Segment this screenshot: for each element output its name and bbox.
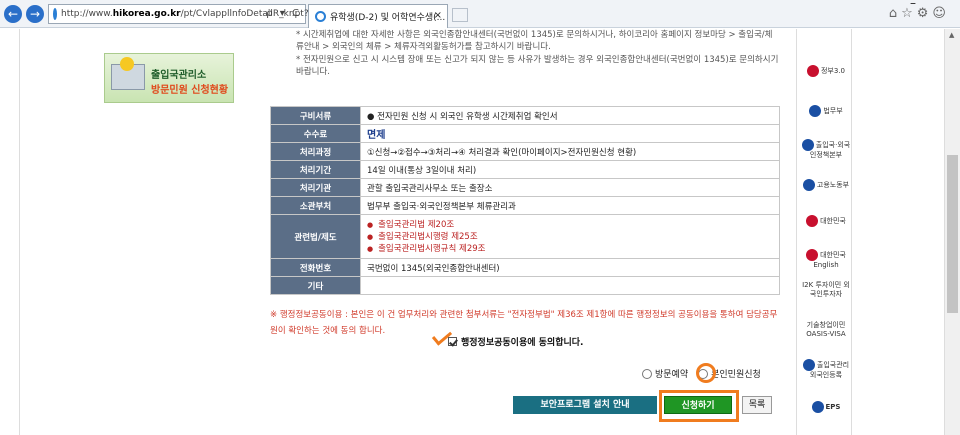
row-label: 관련법/제도 xyxy=(270,214,361,259)
scroll-up-icon[interactable]: ▲ xyxy=(949,31,954,39)
sidebar-link-korea[interactable]: 대한민국 xyxy=(801,215,851,227)
registration-logo-icon xyxy=(802,359,815,371)
table-row: 수수료 면제 xyxy=(270,124,780,143)
consent-label: 행정정보공동이용에 동의합니다. xyxy=(461,338,584,348)
law-list: 출입국관리법 제20조 출입국관리법시행령 제25조 출입국관리법시행규칙 제2… xyxy=(367,217,779,257)
law-link[interactable]: 출입국관리법 제20조 xyxy=(367,219,779,231)
browser-tab[interactable]: 유학생(D-2) 및 어학연수생(... × xyxy=(308,4,448,28)
address-controls[interactable]: ρ ▾ C xyxy=(266,8,301,19)
row-label: 처리기간 xyxy=(270,160,361,179)
security-program-button[interactable]: 보안프로그램 설치 안내 xyxy=(513,396,657,414)
korea-en-logo-icon xyxy=(806,249,819,261)
sidebar-link-moj[interactable]: 법무부 xyxy=(801,105,851,117)
ie-icon xyxy=(315,11,326,22)
banner-line-1: 출입국관리소 xyxy=(151,70,207,81)
annotation-circle xyxy=(696,363,716,383)
consent-checkbox-row[interactable]: 행정정보공동이용에 동의합니다. xyxy=(448,335,583,348)
address-bar[interactable]: http://www.hikorea.go.kr/pt/CvlappllnfoD… xyxy=(48,4,309,24)
back-button[interactable]: ← xyxy=(4,5,22,23)
left-frame xyxy=(0,29,20,435)
banner-line-2: 방문민원 신청현황 xyxy=(151,85,229,96)
row-label: 처리기관 xyxy=(270,178,361,197)
row-value: ①신청→②접수→③처리→④ 처리결과 확인(마이페이지>전자민원신청 현황) xyxy=(360,142,780,161)
row-value: 국번없이 1345(외국인종합안내센터) xyxy=(360,258,780,277)
eps-logo-icon xyxy=(811,401,824,413)
toolbar-icons[interactable]: ⌂☆⚙☺ xyxy=(889,6,950,21)
law-link[interactable]: 출입국관리법시행규칙 제29조 xyxy=(367,243,779,255)
notice-line-1: * 시간제취업에 대한 자세한 사항은 외국인종합안내센터(국번없이 1345)… xyxy=(296,30,773,52)
ie-icon xyxy=(53,8,57,20)
list-button[interactable]: 목록 xyxy=(742,396,772,414)
table-row: 처리기관 관할 출입국관리사무소 또는 출장소 xyxy=(270,178,780,197)
related-sites-sidebar: 정부3.0 법무부 출입국·외국인정책본부 고용노동부 대한민국 대한민국 En… xyxy=(796,29,852,435)
row-label: 기타 xyxy=(270,276,361,295)
sidebar-link-moel[interactable]: 고용노동부 xyxy=(801,179,851,191)
tab-title: 유학생(D-2) 및 어학연수생(... xyxy=(330,13,446,23)
gov30-logo-icon xyxy=(806,65,819,77)
visit-status-banner[interactable]: 출입국관리소 방문민원 신청현황 xyxy=(104,53,234,103)
radio-self-label: 본인민원신청 xyxy=(711,370,761,380)
row-value: 관할 출입국관리사무소 또는 출장소 xyxy=(360,178,780,197)
consent-checkbox[interactable] xyxy=(448,337,457,346)
row-value: 14일 이내(통상 3일이내 처리) xyxy=(360,160,780,179)
table-row: 기타 xyxy=(270,276,780,295)
moj-logo-icon xyxy=(809,105,822,117)
close-tab-icon[interactable]: × xyxy=(434,10,442,21)
table-row: 전화번호 국번없이 1345(외국인종합안내센터) xyxy=(270,258,780,277)
row-value xyxy=(360,276,780,295)
vertical-scrollbar[interactable]: ▲ xyxy=(944,29,960,435)
info-table: 구비서류 ● 전자민원 신청 시 외국인 유학생 시간제취업 확인서 수수료 면… xyxy=(270,106,780,295)
sidebar-link-eps[interactable]: EPS xyxy=(801,401,851,413)
sidebar-link-oasis[interactable]: 기술창업이민 OASIS-VISA xyxy=(801,321,851,339)
korea-logo-icon xyxy=(806,215,819,227)
table-row: 관련법/제도 출입국관리법 제20조 출입국관리법시행령 제25조 출입국관리법… xyxy=(270,214,780,259)
notice-text: * 시간제취업에 대한 자세한 사항은 외국인종합안내센터(국번없이 1345)… xyxy=(296,29,780,79)
notice-line-2: * 전자민원으로 신고 시 시스템 장애 또는 신고가 되지 않는 등 사유가 … xyxy=(296,55,779,77)
sidebar-link-gov30[interactable]: 정부3.0 xyxy=(801,65,851,77)
row-value: 법무부 출입국·외국인정책본부 체류관리과 xyxy=(360,196,780,215)
table-row: 구비서류 ● 전자민원 신청 시 외국인 유학생 시간제취업 확인서 xyxy=(270,106,780,125)
row-value: ● 전자민원 신청 시 외국인 유학생 시간제취업 확인서 xyxy=(360,106,780,125)
row-label: 처리과정 xyxy=(270,142,361,161)
forward-button[interactable]: → xyxy=(26,5,44,23)
browser-chrome: ← → http://www.hikorea.go.kr/pt/Cvlappll… xyxy=(0,0,960,28)
fee-value: 면제 xyxy=(367,130,386,141)
new-tab-button[interactable] xyxy=(452,8,468,22)
scrollbar-thumb[interactable] xyxy=(947,155,958,313)
radio-visit[interactable] xyxy=(642,368,652,379)
moel-logo-icon xyxy=(802,179,815,191)
sidebar-link-immigration[interactable]: 출입국·외국인정책본부 xyxy=(801,139,851,160)
law-link[interactable]: 출입국관리법시행령 제25조 xyxy=(367,231,779,243)
row-label: 구비서류 xyxy=(270,106,361,125)
radio-visit-label: 방문예약 xyxy=(655,370,689,380)
row-label: 수수료 xyxy=(270,124,361,143)
sidebar-link-i2k[interactable]: I2K 투자이민 외국인투자자 xyxy=(801,281,851,299)
page-content: * 시간제취업에 대한 자세한 사항은 외국인종합안내센터(국번없이 1345)… xyxy=(0,29,960,435)
apply-button[interactable]: 신청하기 xyxy=(664,396,732,414)
sidebar-link-registration[interactable]: 출입국관리 외국인등록 xyxy=(801,359,851,380)
row-label: 전화번호 xyxy=(270,258,361,277)
computer-icon xyxy=(111,57,145,90)
row-label: 소관부처 xyxy=(270,196,361,215)
sidebar-link-korea-en[interactable]: 대한민국 English xyxy=(801,249,851,270)
table-row: 처리기간 14일 이내(통상 3일이내 처리) xyxy=(270,160,780,179)
immigration-logo-icon xyxy=(801,139,814,151)
table-row: 처리과정 ①신청→②접수→③처리→④ 처리결과 확인(마이페이지>전자민원신청 … xyxy=(270,142,780,161)
table-row: 소관부처 법무부 출입국·외국인정책본부 체류관리과 xyxy=(270,196,780,215)
